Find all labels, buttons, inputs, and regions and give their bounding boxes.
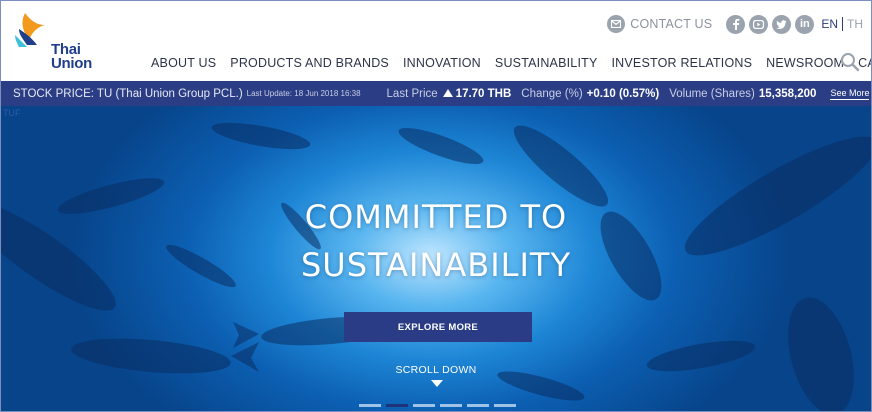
logo-word-union: Union <box>51 55 92 72</box>
change-value: +0.10 (0.57%) <box>586 87 660 100</box>
slide-indicator-4[interactable] <box>440 404 462 407</box>
linkedin-glyph: in <box>799 18 810 30</box>
language-en[interactable]: EN <box>821 17 838 31</box>
nav-sustainability[interactable]: SUSTAINABILITY <box>495 56 598 70</box>
slide-indicator-2[interactable] <box>386 404 408 407</box>
contact-us-link[interactable]: CONTACT US <box>630 17 712 31</box>
tuna-silhouette <box>398 127 484 165</box>
slide-indicator-1[interactable] <box>359 404 381 407</box>
thai-union-logo[interactable]: Thai Union <box>13 11 103 73</box>
slide-indicator-3[interactable] <box>413 404 435 407</box>
volume-value: 15,358,200 <box>758 87 817 100</box>
slide-indicators <box>359 404 521 407</box>
explore-more-button[interactable]: EXPLORE MORE <box>344 312 532 342</box>
language-divider <box>842 17 843 31</box>
broken-image-alt-text: TUF <box>3 108 21 118</box>
logo-mark-icon <box>15 13 45 47</box>
last-price-value: 17.70 THB <box>455 87 512 100</box>
linkedin-icon[interactable]: in <box>795 14 815 34</box>
hero-banner: TUF COMMITTED TO SUSTAINABILITY EXPLORE … <box>1 106 871 411</box>
chevron-down-icon[interactable] <box>431 380 443 388</box>
language-th[interactable]: TH <box>847 17 863 31</box>
utility-bar: CONTACT US in EN TH <box>607 13 863 35</box>
volume-label: Volume (Shares) <box>669 87 755 100</box>
scroll-down-label[interactable]: SCROLL DOWN <box>1 364 871 376</box>
last-price-label: Last Price <box>386 87 438 100</box>
nav-newsroom[interactable]: NEWSROOM <box>766 56 844 70</box>
slide-indicator-5[interactable] <box>467 404 489 407</box>
slide-indicator-6[interactable] <box>494 404 516 407</box>
site-header: Thai Union CONTACT US in EN TH ABOUT US … <box>1 1 871 81</box>
twitter-icon[interactable] <box>772 14 792 34</box>
youtube-icon[interactable] <box>749 14 769 34</box>
nav-innovation[interactable]: INNOVATION <box>403 56 481 70</box>
browser-viewport: Thai Union CONTACT US in EN TH ABOUT US … <box>0 0 872 412</box>
see-more-link[interactable]: See More <box>830 88 870 100</box>
hero-title-line2: SUSTAINABILITY <box>300 246 571 284</box>
stock-label: STOCK PRICE: TU (Thai Union Group PCL.) <box>13 87 243 100</box>
envelope-icon[interactable] <box>607 15 626 33</box>
search-icon[interactable] <box>839 51 861 73</box>
hero-title-line1: COMMITTED TO <box>304 198 568 236</box>
stock-ticker-bar: STOCK PRICE: TU (Thai Union Group PCL.) … <box>1 81 871 106</box>
nav-about-us[interactable]: ABOUT US <box>151 56 216 70</box>
nav-products-and-brands[interactable]: PRODUCTS AND BRANDS <box>230 56 389 70</box>
price-up-arrow-icon <box>442 88 453 100</box>
tuna-silhouette <box>788 297 854 411</box>
stock-last-update: Last Update: 18 Jun 2018 16:38 <box>246 89 361 98</box>
change-label: Change (%) <box>521 87 583 100</box>
logo-wordmark: Thai Union <box>51 42 92 72</box>
facebook-icon[interactable] <box>726 14 746 34</box>
main-nav: ABOUT US PRODUCTS AND BRANDS INNOVATION … <box>151 56 871 70</box>
nav-investor-relations[interactable]: INVESTOR RELATIONS <box>612 56 753 70</box>
tuna-silhouette <box>211 122 311 150</box>
